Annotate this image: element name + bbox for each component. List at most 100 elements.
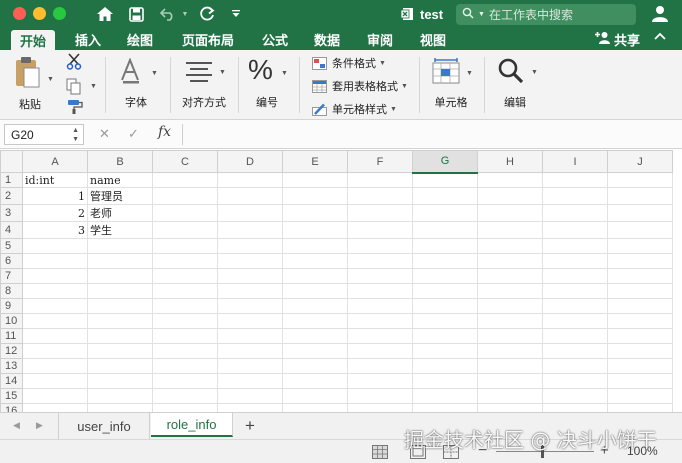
cell-empty[interactable] [477, 238, 543, 254]
cell-empty[interactable] [217, 172, 283, 188]
row-header[interactable]: 16 [0, 403, 23, 412]
cell-empty[interactable] [477, 373, 543, 389]
cell-empty[interactable] [347, 238, 413, 254]
cell-empty[interactable] [152, 204, 218, 222]
cell-empty[interactable] [152, 298, 218, 314]
insert-function-button[interactable]: fx [158, 124, 171, 140]
cell-empty[interactable] [477, 204, 543, 222]
cell-empty[interactable] [542, 238, 608, 254]
cell-b[interactable] [87, 268, 153, 284]
sheet-body[interactable]: 1 id:int name 2 1 管理员 3 2 老师 4 3 学生 5 6 7 8 9 10 11 12 13 14 1… [0, 172, 673, 412]
search-input[interactable] [488, 7, 629, 22]
cell-empty[interactable] [217, 283, 283, 299]
cell-empty[interactable] [412, 403, 478, 412]
cell-a[interactable] [22, 298, 88, 314]
cell-empty[interactable] [607, 253, 673, 269]
cell-empty[interactable] [152, 187, 218, 205]
row-header[interactable]: 7 [0, 268, 23, 284]
normal-view-icon[interactable] [372, 445, 390, 459]
row-header[interactable]: 12 [0, 343, 23, 359]
cell-b[interactable]: 老师 [87, 204, 153, 222]
cell-empty[interactable] [282, 172, 348, 188]
cell-a[interactable] [22, 388, 88, 404]
customize-icon[interactable] [229, 4, 243, 24]
cell-empty[interactable] [607, 268, 673, 284]
cells-button[interactable]: ▼ 单元格 [425, 56, 477, 109]
cell-empty[interactable] [477, 298, 543, 314]
row-header[interactable]: 1 [0, 172, 23, 188]
cell-empty[interactable] [607, 187, 673, 205]
cell-empty[interactable] [347, 172, 413, 188]
conditional-formatting-button[interactable]: 条件格式 ▼ [312, 55, 386, 71]
cell-empty[interactable] [542, 388, 608, 404]
cell-b[interactable] [87, 388, 153, 404]
cell-empty[interactable] [217, 221, 283, 239]
tab-view[interactable]: 视图 [411, 28, 455, 50]
cell-empty[interactable] [347, 298, 413, 314]
cell-b[interactable]: name [87, 172, 153, 188]
undo-dropdown-icon[interactable]: ▼ [180, 4, 190, 24]
column-header[interactable]: D [217, 150, 283, 173]
cell-b[interactable] [87, 343, 153, 359]
row-header[interactable]: 2 [0, 187, 23, 205]
paste-dropdown-icon[interactable]: ▼ [47, 76, 54, 83]
cell-empty[interactable] [152, 238, 218, 254]
cell-empty[interactable] [607, 283, 673, 299]
cell-styles-button[interactable]: 单元格样式 ▼ [312, 101, 397, 117]
cell-empty[interactable] [607, 172, 673, 188]
row-header[interactable]: 14 [0, 373, 23, 389]
cell-empty[interactable] [607, 358, 673, 374]
redo-icon[interactable] [197, 4, 217, 24]
cell-empty[interactable] [282, 268, 348, 284]
format-painter-icon[interactable] [66, 99, 84, 118]
cell-empty[interactable] [542, 253, 608, 269]
row-header[interactable]: 11 [0, 328, 23, 344]
next-sheet-icon[interactable]: ▶ [36, 420, 43, 431]
cell-empty[interactable] [412, 268, 478, 284]
format-as-table-button[interactable]: 套用表格格式 ▼ [312, 78, 408, 94]
cell-a[interactable] [22, 328, 88, 344]
cell-empty[interactable] [477, 172, 543, 188]
window-close-button[interactable] [13, 7, 26, 20]
cell-empty[interactable] [217, 358, 283, 374]
cell-empty[interactable] [542, 298, 608, 314]
cell-empty[interactable] [152, 221, 218, 239]
cell-empty[interactable] [607, 373, 673, 389]
select-all-corner[interactable] [0, 150, 23, 173]
cell-b[interactable] [87, 253, 153, 269]
cell-empty[interactable] [217, 403, 283, 412]
cell-empty[interactable] [347, 268, 413, 284]
cell-empty[interactable] [347, 403, 413, 412]
paste-button[interactable]: ▼ 粘贴 [10, 56, 54, 111]
column-header[interactable]: I [542, 150, 608, 173]
cell-empty[interactable] [542, 268, 608, 284]
cell-empty[interactable] [282, 313, 348, 329]
number-format-button[interactable]: % ▼ 编号 [244, 54, 290, 109]
cell-a[interactable] [22, 283, 88, 299]
tab-draw[interactable]: 绘图 [118, 28, 162, 50]
tab-data[interactable]: 数据 [305, 28, 349, 50]
cell-empty[interactable] [152, 172, 218, 188]
tab-formulas[interactable]: 公式 [253, 28, 297, 50]
cell-a[interactable]: 3 [22, 221, 88, 239]
cell-empty[interactable] [412, 298, 478, 314]
row-header[interactable]: 3 [0, 204, 23, 222]
cell-empty[interactable] [152, 313, 218, 329]
cell-empty[interactable] [217, 204, 283, 222]
row-header[interactable]: 10 [0, 313, 23, 329]
sheet-tab-role-info[interactable]: role_info [151, 413, 233, 437]
cell-b[interactable] [87, 373, 153, 389]
tab-insert[interactable]: 插入 [66, 28, 110, 50]
cell-empty[interactable] [542, 358, 608, 374]
cell-empty[interactable] [607, 238, 673, 254]
column-header[interactable]: A [22, 150, 88, 173]
cell-empty[interactable] [217, 268, 283, 284]
row-header[interactable]: 8 [0, 283, 23, 299]
cell-a[interactable]: 2 [22, 204, 88, 222]
cell-empty[interactable] [412, 172, 478, 188]
tab-review[interactable]: 审阅 [358, 28, 402, 50]
formula-input[interactable] [190, 124, 676, 145]
cell-empty[interactable] [607, 313, 673, 329]
cell-b[interactable] [87, 358, 153, 374]
cell-empty[interactable] [542, 403, 608, 412]
